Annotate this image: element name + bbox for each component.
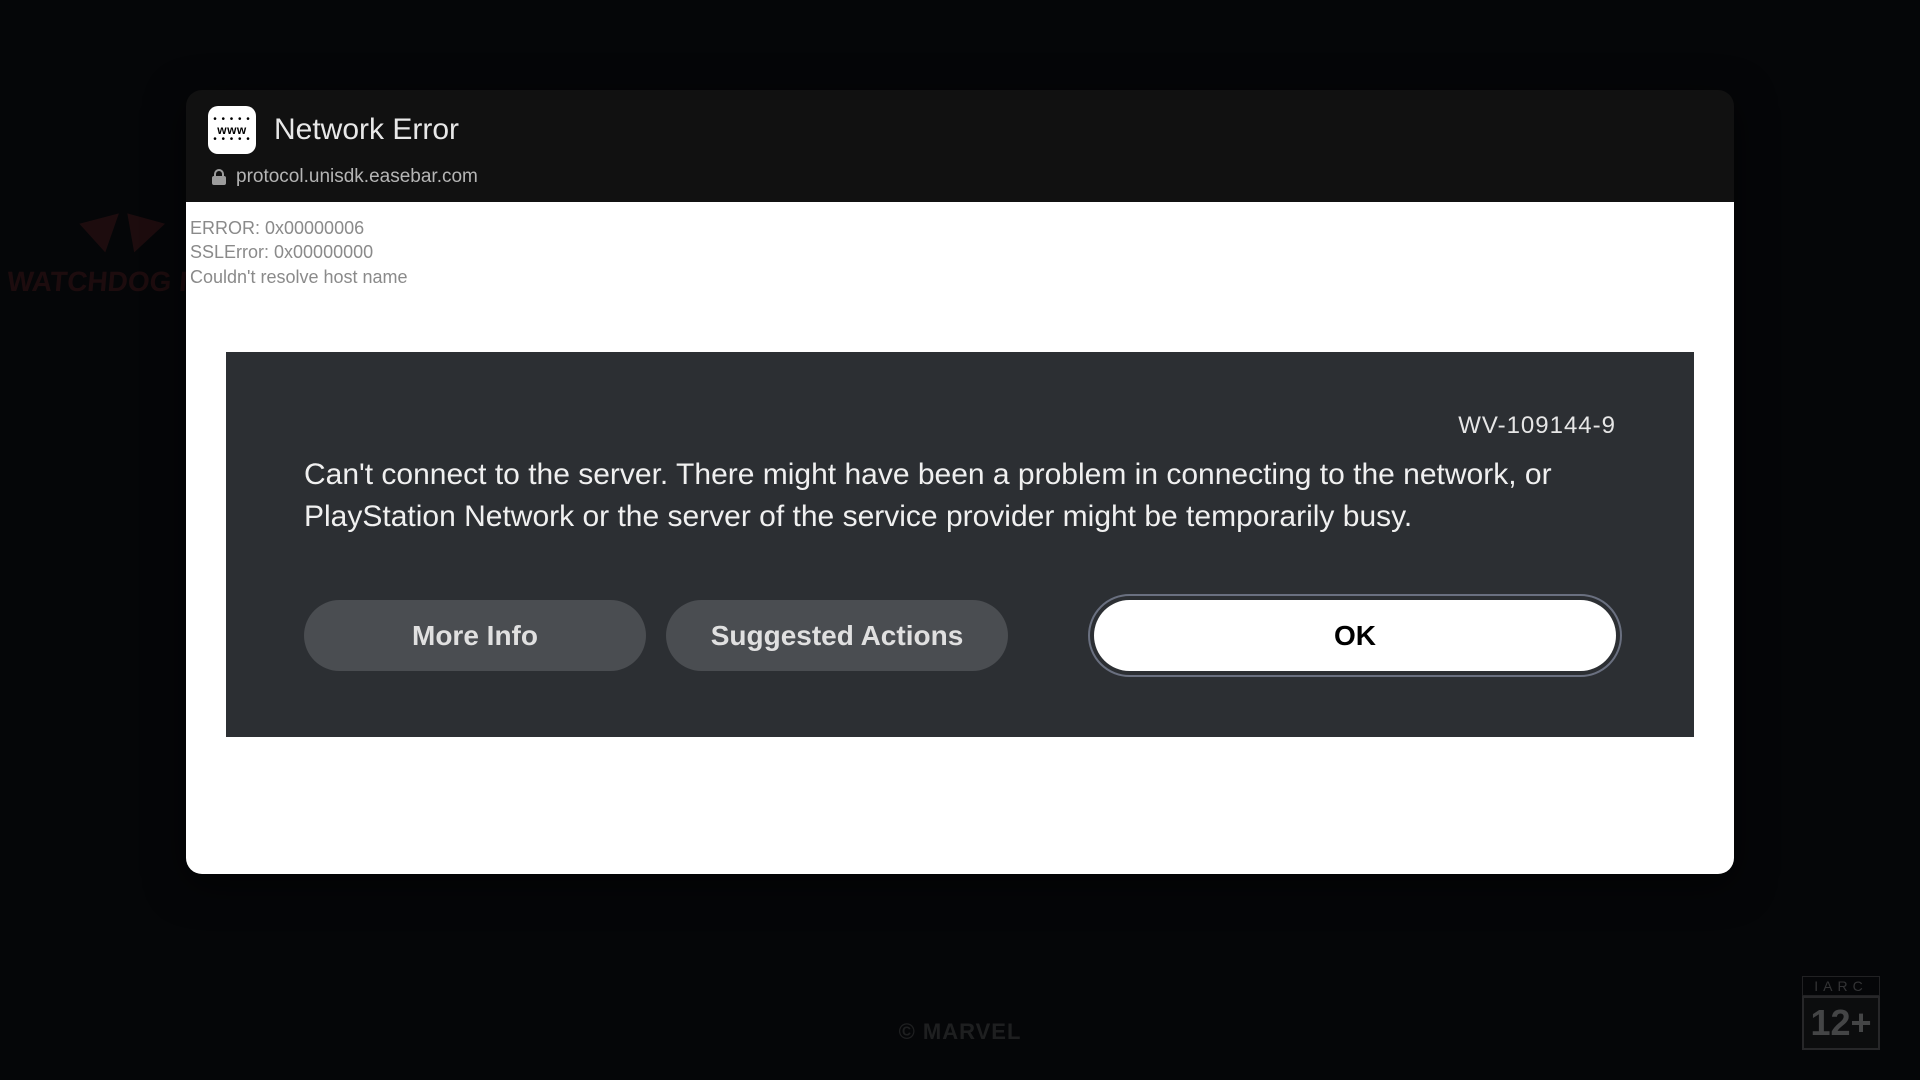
rating-org: IARC	[1802, 976, 1880, 996]
rating-age: 12+	[1802, 996, 1880, 1050]
more-info-button[interactable]: More Info	[304, 600, 646, 671]
dialog-button-row: More Info Suggested Actions OK	[304, 600, 1616, 671]
watchdog-logo-icon	[84, 200, 159, 260]
ps-error-dialog: WV-109144-9 Can't connect to the server.…	[226, 352, 1694, 737]
ok-button[interactable]: OK	[1094, 600, 1616, 671]
url-text: protocol.unisdk.easebar.com	[236, 166, 478, 188]
error-message: Can't connect to the server. There might…	[304, 454, 1594, 538]
brand-copyright: © MARVEL	[899, 1019, 1022, 1045]
modal-title: Network Error	[274, 113, 459, 147]
modal-title-row: • • • • • www • • • • • Network Error	[208, 106, 1712, 154]
raw-error-text: ERROR: 0x00000006 SSLError: 0x00000000 C…	[190, 210, 1730, 289]
error-line: Couldn't resolve host name	[190, 265, 1730, 289]
modal-body: ERROR: 0x00000006 SSLError: 0x00000000 C…	[186, 202, 1734, 874]
lock-icon	[212, 169, 226, 185]
error-line: SSLError: 0x00000000	[190, 240, 1730, 264]
network-error-modal: • • • • • www • • • • • Network Error pr…	[186, 90, 1734, 874]
url-row: protocol.unisdk.easebar.com	[208, 166, 1712, 188]
suggested-actions-button[interactable]: Suggested Actions	[666, 600, 1008, 671]
error-code: WV-109144-9	[304, 412, 1616, 440]
error-line: ERROR: 0x00000006	[190, 216, 1730, 240]
www-icon: • • • • • www • • • • •	[208, 106, 256, 154]
modal-header: • • • • • www • • • • • Network Error pr…	[186, 90, 1734, 202]
rating-badge: IARC 12+	[1802, 976, 1880, 1050]
